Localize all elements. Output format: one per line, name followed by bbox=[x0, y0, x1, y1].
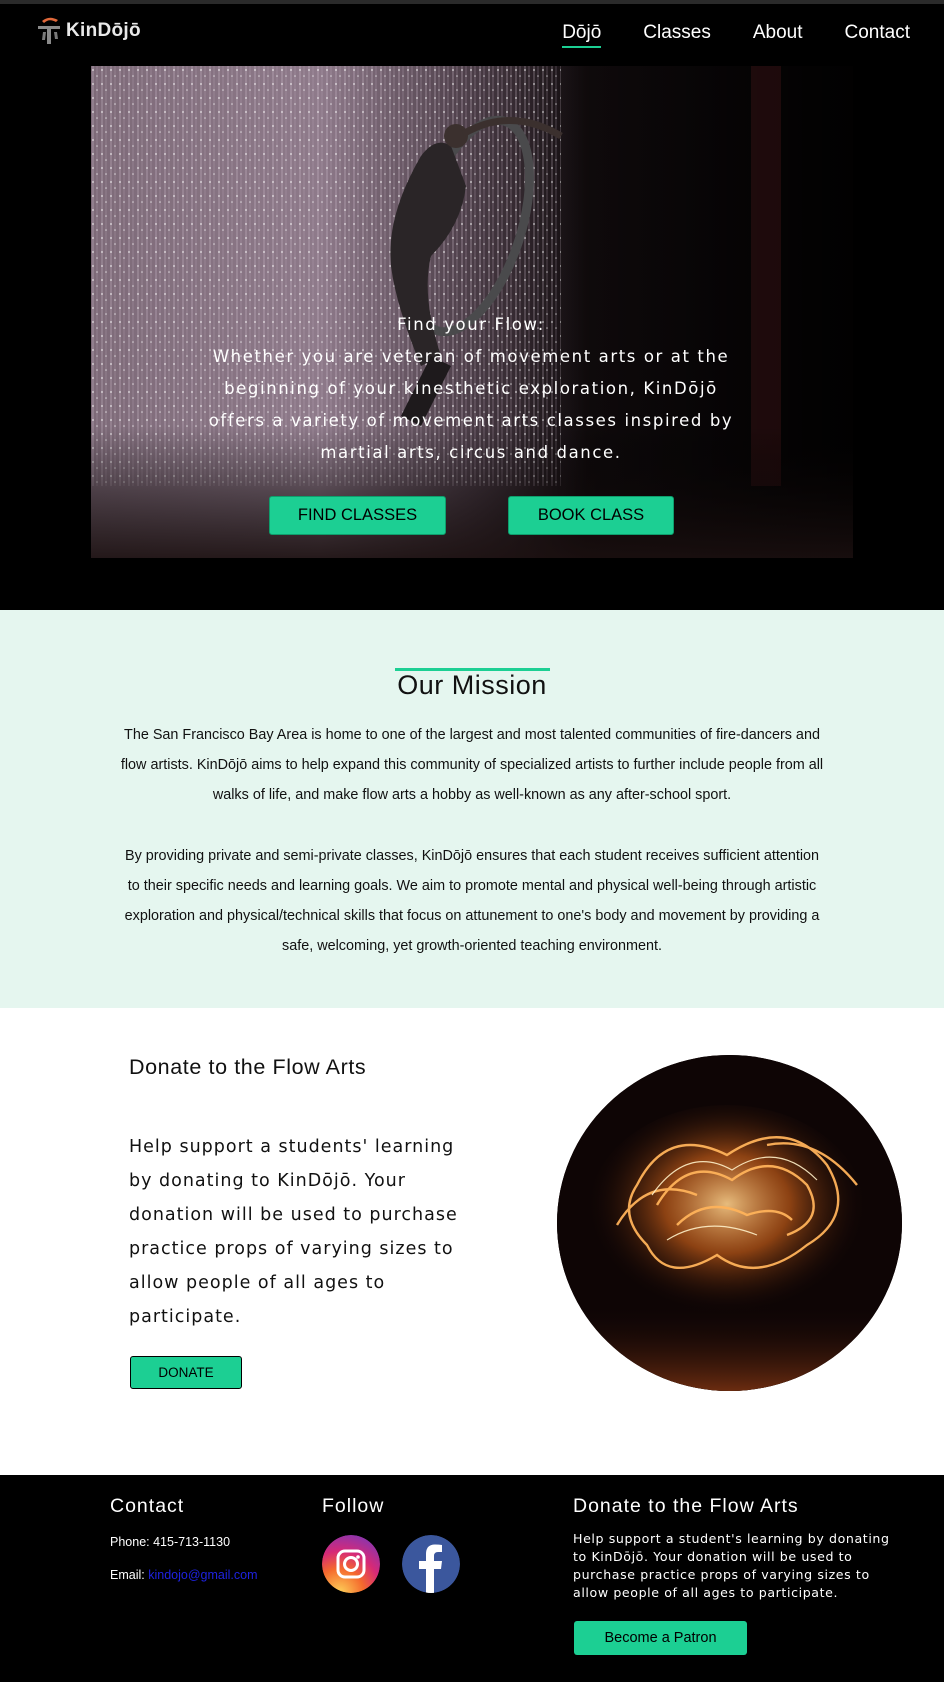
nav-link-classes[interactable]: Classes bbox=[643, 22, 711, 48]
email-label: Email: bbox=[110, 1568, 145, 1582]
hero-tagline: Find your Flow: Whether you are veteran … bbox=[196, 309, 746, 469]
top-nav: KinDōjō Dōjō Classes About Contact bbox=[0, 4, 944, 63]
phone-label: Phone: bbox=[110, 1535, 150, 1549]
footer-donate-text: Help support a student's learning by don… bbox=[573, 1531, 890, 1600]
footer-contact-title: Contact bbox=[110, 1495, 185, 1517]
hero-body: Whether you are veteran of movement arts… bbox=[208, 347, 734, 462]
brand-logo[interactable]: KinDōjō bbox=[34, 14, 141, 48]
donate-text: Help support a students' learning by don… bbox=[129, 1137, 458, 1327]
donate-title: Donate to the Flow Arts bbox=[129, 1055, 367, 1079]
hero-heading: Find your Flow: bbox=[397, 315, 545, 334]
hero-section: Find your Flow: Whether you are veteran … bbox=[0, 63, 944, 610]
brand-name: KinDōjō bbox=[66, 20, 141, 41]
footer-donate-title: Donate to the Flow Arts bbox=[573, 1495, 799, 1517]
footer-phone: Phone: 415-713-1130 bbox=[110, 1535, 230, 1549]
email-link[interactable]: kindojo@gmail.com bbox=[148, 1568, 257, 1582]
facebook-icon[interactable] bbox=[402, 1535, 460, 1593]
donate-button[interactable]: DONATE bbox=[130, 1356, 242, 1389]
phone-number: 415-713-1130 bbox=[153, 1535, 231, 1549]
mission-title: Our Mission bbox=[397, 670, 547, 700]
instagram-icon[interactable] bbox=[322, 1535, 380, 1593]
nav-links: Dōjō Classes About Contact bbox=[562, 22, 910, 48]
book-class-button[interactable]: BOOK CLASS bbox=[508, 496, 674, 535]
mission-paragraph-2: By providing private and semi-private cl… bbox=[124, 848, 820, 954]
footer-email: Email: kindojo@gmail.com bbox=[110, 1568, 257, 1582]
nav-link-dojo[interactable]: Dōjō bbox=[562, 22, 602, 48]
find-classes-button[interactable]: FIND CLASSES bbox=[269, 496, 446, 535]
become-patron-button[interactable]: Become a Patron bbox=[574, 1621, 747, 1655]
nav-link-about[interactable]: About bbox=[753, 22, 803, 48]
footer-follow-title: Follow bbox=[322, 1495, 385, 1517]
mission-paragraph-1: The San Francisco Bay Area is home to on… bbox=[120, 727, 824, 803]
site-footer: Contact Phone: 415-713-1130 Email: kindo… bbox=[0, 1475, 944, 1682]
fire-dancer-image bbox=[557, 1055, 902, 1391]
nav-link-contact[interactable]: Contact bbox=[845, 22, 910, 48]
mission-section: Our Mission The San Francisco Bay Area i… bbox=[0, 610, 944, 1008]
kindojo-logo-icon bbox=[38, 17, 60, 44]
